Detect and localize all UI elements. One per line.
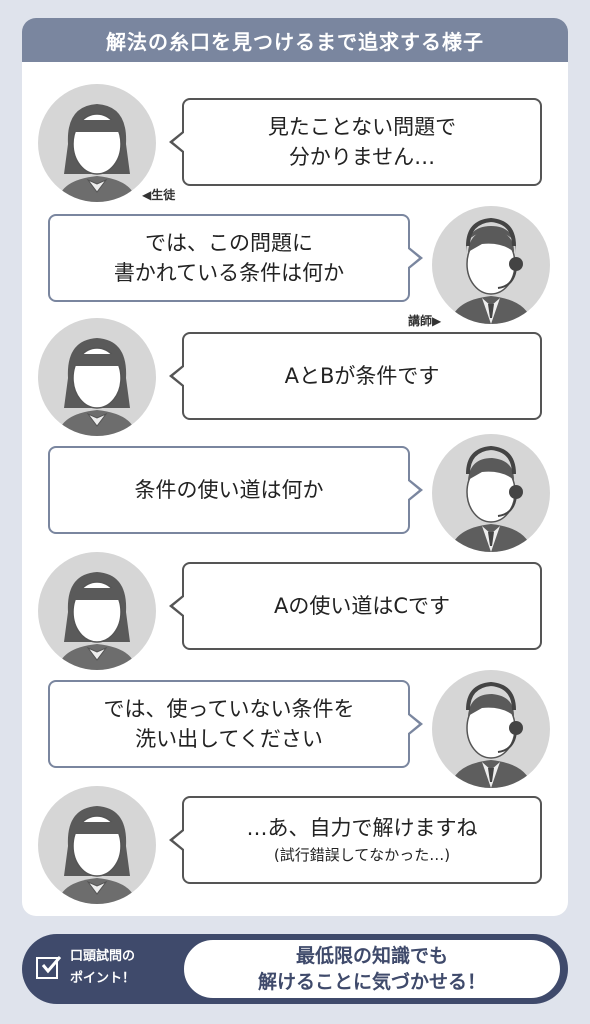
- point-message-line: 最低限の知識でも: [295, 945, 448, 967]
- speech-bubble-student: 見たことない問題で 分かりません…: [169, 98, 542, 186]
- speech-bubble-student: Aの使い道はCです: [169, 562, 542, 650]
- student-icon: [58, 104, 136, 202]
- bubble-line: …あ、自力で解けますね: [246, 816, 478, 840]
- point-label-line: ポイント！: [70, 971, 136, 986]
- dialogue-row-7: …あ、自力で解けますね (試行錯誤してなかった…): [22, 782, 568, 906]
- point-message: 最低限の知識でも 解けることに気づかせる！: [182, 938, 562, 1000]
- dialogue-row-1: ◀生徒 見たことない問題で 分かりません…: [22, 80, 568, 204]
- teacher-icon: [450, 445, 532, 552]
- teacher-avatar: [432, 434, 550, 552]
- bubble-line: Aの使い道はCです: [273, 594, 451, 618]
- teacher-icon: [450, 681, 532, 788]
- point-footer: 口頭試問の ポイント！ 最低限の知識でも 解けることに気づかせる！: [22, 934, 568, 1004]
- conversation-panel: 解法の糸口を見つけるまで追求する様子 ◀生徒 見たことない問題で 分かりません……: [22, 18, 568, 916]
- student-avatar: [38, 552, 156, 670]
- speech-bubble-teacher: では、使っていない条件を 洗い出してください: [48, 680, 423, 768]
- teacher-avatar: [432, 670, 550, 788]
- point-message-line: 解けることに気づかせる！: [257, 971, 486, 993]
- student-avatar: [38, 318, 156, 436]
- student-icon: [58, 806, 136, 904]
- bubble-line: 条件の使い道は何か: [134, 478, 324, 502]
- bubble-line: 見たことない問題で: [267, 115, 457, 139]
- bubble-line: 分かりません…: [288, 145, 436, 169]
- speech-bubble-student: AとBが条件です: [169, 332, 542, 420]
- speech-bubble-teacher: では、この問題に 書かれている条件は何か: [48, 214, 423, 302]
- bubble-line: 洗い出してください: [135, 727, 323, 751]
- teacher-icon: [450, 217, 532, 324]
- dialogue-row-5: Aの使い道はCです: [22, 548, 568, 672]
- checkbox-check-icon: [36, 956, 62, 979]
- teacher-avatar: [432, 206, 550, 324]
- point-label-line: 口頭試問の: [70, 949, 136, 964]
- speech-bubble-student: …あ、自力で解けますね (試行錯誤してなかった…): [169, 796, 542, 884]
- bubble-line: では、使っていない条件を: [103, 697, 355, 721]
- student-avatar: [38, 786, 156, 904]
- bubble-line: 書かれている条件は何か: [113, 261, 345, 285]
- student-avatar: [38, 84, 156, 202]
- bubble-note: (試行錯誤してなかった…): [273, 846, 451, 864]
- student-icon: [58, 572, 136, 670]
- bubble-line: AとBが条件です: [284, 364, 440, 388]
- dialogue-row-4: 条件の使い道は何か: [22, 432, 568, 556]
- panel-title: 解法の糸口を見つけるまで追求する様子: [22, 18, 568, 62]
- dialogue-row-6: では、使っていない条件を 洗い出してください: [22, 668, 568, 792]
- student-icon: [58, 338, 136, 436]
- dialogue-row-3: AとBが条件です: [22, 314, 568, 438]
- dialogue-row-2: では、この問題に 書かれている条件は何か 講師▶: [22, 204, 568, 328]
- speech-bubble-teacher: 条件の使い道は何か: [48, 446, 423, 534]
- bubble-line: では、この問題に: [145, 231, 313, 255]
- point-label: 口頭試問の ポイント！: [70, 946, 180, 990]
- student-role-label: ◀生徒: [142, 188, 176, 202]
